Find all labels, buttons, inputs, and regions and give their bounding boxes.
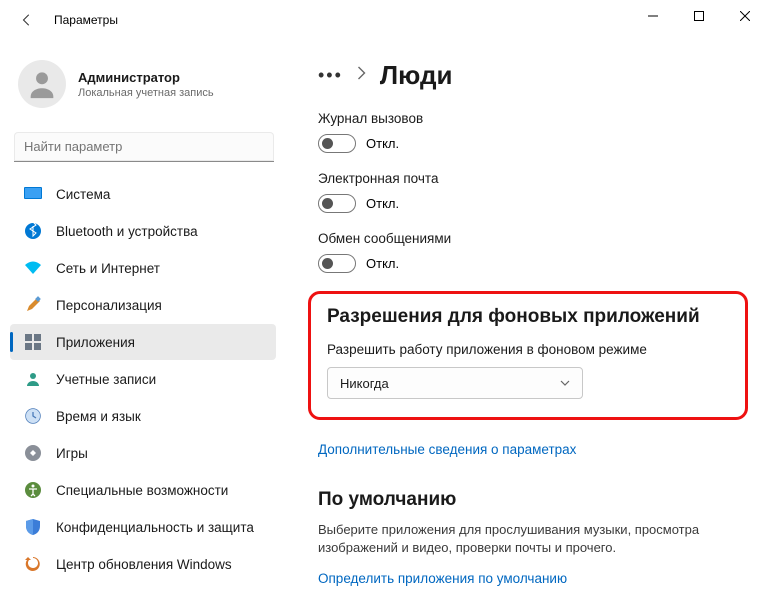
- defaults-link[interactable]: Определить приложения по умолчанию: [318, 571, 567, 586]
- maximize-button[interactable]: [676, 0, 722, 32]
- shield-icon: [24, 518, 42, 536]
- sidebar-item-accessibility[interactable]: Специальные возможности: [10, 472, 276, 508]
- sidebar-item-label: Персонализация: [56, 298, 162, 313]
- apps-icon: [24, 333, 42, 351]
- bg-perms-heading: Разрешения для фоновых приложений: [327, 306, 729, 328]
- wifi-icon: [24, 259, 42, 277]
- search-container: [14, 132, 274, 162]
- accounts-icon: [24, 370, 42, 388]
- system-icon: [24, 185, 42, 203]
- sidebar-item-label: Bluetooth и устройства: [56, 224, 198, 239]
- accessibility-icon: [24, 481, 42, 499]
- defaults-desc: Выберите приложения для прослушивания му…: [318, 521, 744, 557]
- window-title: Параметры: [54, 13, 118, 27]
- gaming-icon: [24, 444, 42, 462]
- sidebar-item-label: Игры: [56, 446, 88, 461]
- defaults-section: По умолчанию Выберите приложения для про…: [318, 489, 744, 588]
- close-button[interactable]: [722, 0, 768, 32]
- toggle-email[interactable]: [318, 194, 356, 213]
- sidebar-item-label: Время и язык: [56, 409, 141, 424]
- update-icon: [24, 555, 42, 573]
- setting-label: Журнал вызовов: [318, 111, 744, 126]
- profile-sub: Локальная учетная запись: [78, 87, 214, 99]
- highlight-box: Разрешения для фоновых приложений Разреш…: [308, 291, 748, 420]
- sidebar-item-personalization[interactable]: Персонализация: [10, 287, 276, 323]
- clock-icon: [24, 407, 42, 425]
- sidebar-item-gaming[interactable]: Игры: [10, 435, 276, 471]
- page-title: Люди: [380, 60, 453, 91]
- bluetooth-icon: [24, 222, 42, 240]
- sidebar-item-label: Учетные записи: [56, 372, 156, 387]
- sidebar-item-label: Специальные возможности: [56, 483, 228, 498]
- sidebar-item-network[interactable]: Сеть и Интернет: [10, 250, 276, 286]
- profile-name: Администратор: [78, 70, 214, 85]
- sidebar: Администратор Локальная учетная запись С…: [0, 40, 290, 607]
- setting-messaging: Обмен сообщениями Откл.: [318, 231, 744, 273]
- dropdown-value: Никогда: [340, 376, 389, 391]
- sidebar-item-time[interactable]: Время и язык: [10, 398, 276, 434]
- sidebar-item-label: Конфиденциальность и защита: [56, 520, 254, 535]
- toggle-call-history[interactable]: [318, 134, 356, 153]
- bg-perms-sub: Разрешить работу приложения в фоновом ре…: [327, 342, 729, 357]
- toggle-state-text: Откл.: [366, 256, 399, 271]
- sidebar-item-bluetooth[interactable]: Bluetooth и устройства: [10, 213, 276, 249]
- more-info-link[interactable]: Дополнительные сведения о параметрах: [318, 442, 576, 457]
- main-content: ••• Люди Журнал вызовов Откл. Электронна…: [290, 40, 768, 607]
- setting-label: Электронная почта: [318, 171, 744, 186]
- bg-perms-dropdown[interactable]: Никогда: [327, 367, 583, 399]
- profile-block[interactable]: Администратор Локальная учетная запись: [6, 50, 280, 126]
- minimize-button[interactable]: [630, 0, 676, 32]
- search-input[interactable]: [14, 132, 274, 162]
- sidebar-item-privacy[interactable]: Конфиденциальность и защита: [10, 509, 276, 545]
- setting-label: Обмен сообщениями: [318, 231, 744, 246]
- avatar: [18, 60, 66, 108]
- brush-icon: [24, 296, 42, 314]
- chevron-right-icon: [357, 66, 366, 85]
- breadcrumb: ••• Люди: [318, 60, 744, 91]
- toggle-messaging[interactable]: [318, 254, 356, 273]
- sidebar-item-system[interactable]: Система: [10, 176, 276, 212]
- sidebar-item-accounts[interactable]: Учетные записи: [10, 361, 276, 397]
- chevron-down-icon: [560, 377, 570, 389]
- sidebar-item-apps[interactable]: Приложения: [10, 324, 276, 360]
- sidebar-item-label: Система: [56, 187, 110, 202]
- setting-call-history: Журнал вызовов Откл.: [318, 111, 744, 153]
- back-button[interactable]: [18, 11, 36, 29]
- sidebar-item-label: Сеть и Интернет: [56, 261, 160, 276]
- defaults-heading: По умолчанию: [318, 489, 744, 511]
- sidebar-item-label: Приложения: [56, 335, 135, 350]
- sidebar-item-update[interactable]: Центр обновления Windows: [10, 546, 276, 582]
- breadcrumb-more[interactable]: •••: [318, 65, 343, 86]
- toggle-state-text: Откл.: [366, 196, 399, 211]
- setting-email: Электронная почта Откл.: [318, 171, 744, 213]
- sidebar-item-label: Центр обновления Windows: [56, 557, 232, 572]
- toggle-state-text: Откл.: [366, 136, 399, 151]
